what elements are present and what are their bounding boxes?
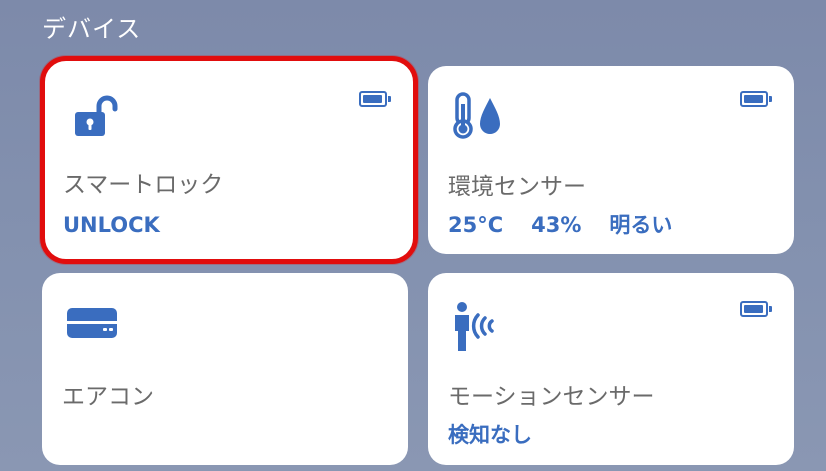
- device-name: エアコン: [62, 384, 154, 410]
- battery-icon: [359, 91, 391, 107]
- battery-icon: [740, 91, 772, 107]
- section-title: デバイス: [42, 15, 142, 43]
- device-card-environment-sensor[interactable]: 環境センサー 25°C 43% 明るい: [428, 66, 794, 254]
- lock-status: UNLOCK: [63, 213, 160, 237]
- temperature-reading: 25°C: [448, 213, 504, 237]
- device-card-smart-lock[interactable]: スマートロック UNLOCK: [40, 56, 418, 264]
- unlocked-padlock-icon: [73, 95, 119, 143]
- device-card-motion-sensor[interactable]: モーションセンサー 検知なし: [428, 273, 794, 465]
- motion-status: 検知なし: [448, 423, 532, 447]
- sensor-readings: 25°C 43% 明るい: [448, 211, 672, 239]
- device-name: モーションセンサー: [448, 384, 655, 410]
- device-name: 環境センサー: [448, 174, 586, 200]
- device-card-air-conditioner[interactable]: エアコン: [42, 273, 408, 465]
- air-conditioner-icon: [66, 307, 118, 345]
- brightness-reading: 明るい: [609, 213, 673, 237]
- battery-icon: [740, 301, 772, 317]
- device-name: スマートロック: [63, 172, 224, 198]
- motion-sensor-icon: [452, 301, 504, 357]
- thermometer-humidity-icon: [452, 92, 508, 144]
- humidity-reading: 43%: [531, 213, 582, 237]
